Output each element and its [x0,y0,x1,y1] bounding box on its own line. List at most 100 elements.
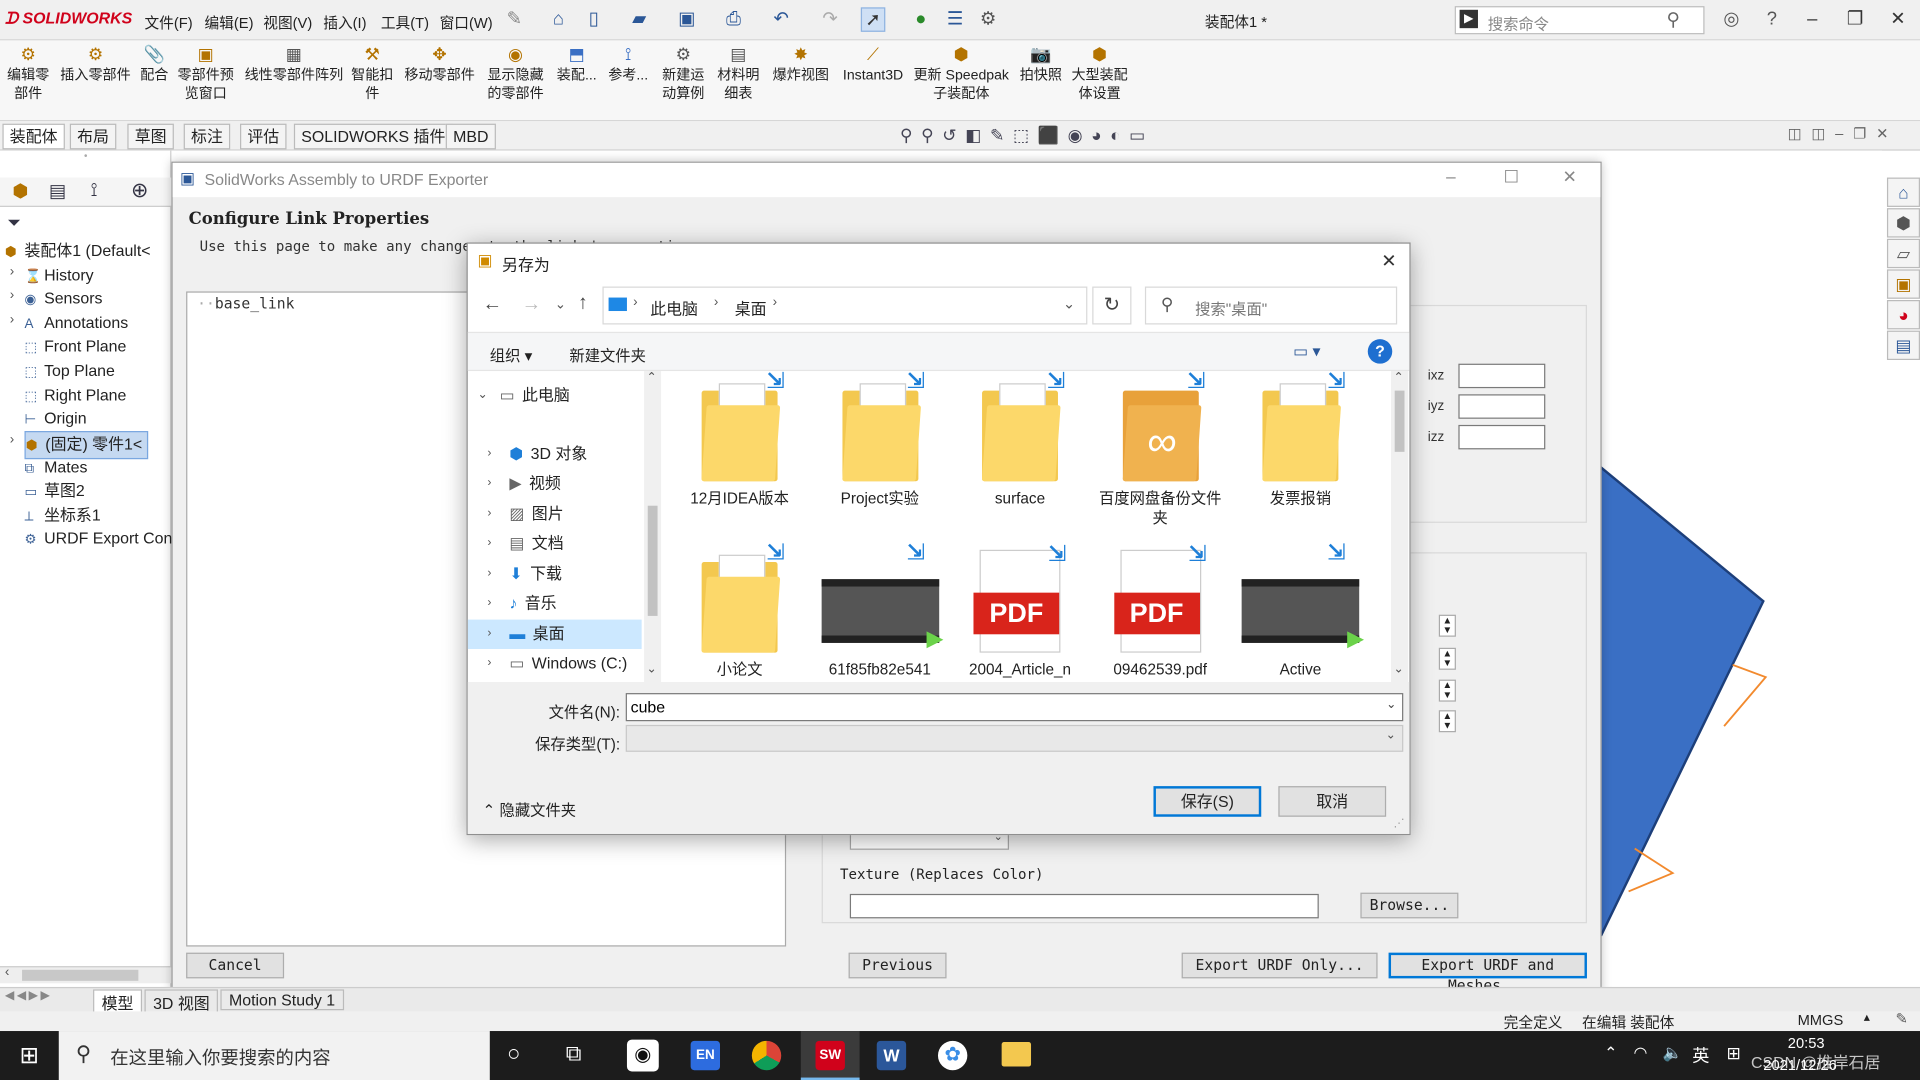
nav-expand-chevron-icon[interactable]: › [487,529,491,558]
expand-chevron-icon[interactable]: › [10,312,14,327]
taskbar-search-box[interactable]: ⚲ 在这里输入你要搜索的内容 [58,1031,490,1080]
help-icon[interactable]: ? [1760,7,1784,31]
save-cancel-button[interactable]: 取消 [1278,786,1387,817]
status-units[interactable]: MMGS [1798,1011,1844,1028]
filename-dropdown-icon[interactable]: ⌄ [1386,698,1396,711]
feature-tree-tab-icon[interactable]: ⬢ [12,180,28,202]
wechat-icon[interactable]: ◉ [626,1039,659,1072]
nav-expand-chevron-icon[interactable]: › [487,589,491,618]
cancel-button[interactable]: Cancel [186,952,285,979]
configuration-manager-tab-icon[interactable]: ⟟ [91,180,98,201]
options-gear-icon[interactable]: ⚙ [976,7,1000,31]
filename-input[interactable] [625,693,1404,722]
menu-window[interactable]: 窗口(W) [440,12,493,33]
menu-view[interactable]: 视图(V) [263,12,312,33]
graphics-window-controls[interactable]: ◫◫–❐✕ [1788,125,1898,142]
previous-view-icon[interactable]: ↺ [942,125,965,145]
expand-chevron-icon[interactable]: › [10,264,14,279]
taskbar-solidworks[interactable]: SW [800,1031,860,1080]
tree-item[interactable]: ⧉ Mates [24,456,87,482]
ime-mode-icon[interactable]: ⊞ [1727,1043,1741,1064]
nav-item[interactable]: ⌄ ▭ 此电脑 [478,381,570,410]
tree-item[interactable]: A Annotations [24,311,128,337]
undo-icon[interactable]: ↶ [769,7,793,31]
en-app-icon[interactable]: EN [690,1040,721,1071]
nav-expand-chevron-icon[interactable]: › [487,499,491,528]
nav-expand-chevron-icon[interactable]: ⌄ [478,381,488,410]
tab-assembly[interactable]: 装配体 [2,123,65,150]
menu-file[interactable]: 文件(F) [144,12,192,33]
forward-arrow-icon[interactable]: → [522,294,542,316]
nav-item[interactable]: › ⬢ 3D 对象 [487,439,587,468]
dynamic-annotation-icon[interactable]: ✎ [990,125,1013,145]
save-icon[interactable]: ▣ [675,7,699,31]
menu-edit[interactable]: 编辑(E) [204,12,253,33]
zoom-area-icon[interactable]: ⚲ [921,125,942,145]
new-folder-button[interactable]: 新建文件夹 [569,343,646,366]
file-item[interactable]: ⇲ 小论文 [678,541,800,680]
tree-item[interactable]: ⊢ Origin [24,407,86,433]
iyz-input[interactable] [1458,394,1546,419]
file-scroll-down-icon[interactable]: ⌄ [1393,662,1403,675]
hide-show-icon[interactable]: ◉ [1068,125,1092,145]
export-urdf-and-meshes-button[interactable]: Export URDF and Meshes... [1388,952,1587,994]
izz-input[interactable] [1458,424,1546,450]
file-item[interactable]: ⇲ 发票报销 [1239,371,1361,508]
home-icon[interactable]: ⌂ [546,7,570,31]
file-scroll-up-icon[interactable]: ⌃ [1393,371,1403,384]
cmd-large-assembly[interactable]: ⬢ 大型装配 体设置 [1070,43,1129,104]
nav-expand-chevron-icon[interactable]: › [487,559,491,588]
cmd-insert-component[interactable]: ⚙ 插入零部件 [59,43,132,86]
cmd-linear-pattern[interactable]: ▦ 线性零部件阵列 [242,43,345,86]
folder-search-box[interactable]: ⚲ 搜索"桌面" [1144,286,1398,325]
chrome-icon[interactable] [751,1040,782,1071]
spinner-4[interactable]: ▲ ▼ [1438,710,1456,733]
export-urdf-only-button[interactable]: Export URDF Only... [1181,952,1378,979]
scroll-left-icon[interactable]: ‹ [5,965,9,980]
search-commands-box[interactable]: ▶ 搜索命令 ⚲ [1454,6,1705,35]
minimize-icon[interactable]: – [1800,7,1824,31]
file-item[interactable]: ▶ ⇲ 61f85fb82e541 [819,541,943,680]
texture-path-input[interactable] [849,893,1319,919]
up-arrow-icon[interactable]: ↑ [578,293,588,315]
solidworks-resources-icon[interactable]: ⌂ [1886,177,1920,207]
hide-folders-toggle[interactable]: ⌃ 隐藏文件夹 [482,797,576,820]
doc-minimize-icon[interactable]: – [1835,125,1853,142]
tab-evaluate[interactable]: 评估 [240,123,287,150]
tab-markup[interactable]: 标注 [183,123,231,150]
search-icon[interactable]: ⚲ [1667,9,1680,31]
user-icon[interactable]: ◎ [1719,7,1743,31]
nav-scroll-thumb[interactable] [647,505,658,616]
organize-menu[interactable]: 组织 ▾ [490,343,533,366]
file-explorer-taskbar-icon[interactable] [1001,1042,1032,1067]
file-scrollbar[interactable]: ⌃ ⌄ [1391,371,1409,683]
nav-scroll-up-icon[interactable]: ⌃ [647,371,657,384]
file-item[interactable]: ⇲ surface [959,371,1081,508]
filter-icon[interactable]: ⏷ [7,212,21,233]
file-item[interactable]: PDF ⇲ 2004_Article_n [959,542,1081,680]
redo-icon[interactable]: ↷ [818,7,842,31]
nav-scrollbar[interactable]: ⌃ ⌄ [644,371,662,683]
nav-scroll-down-icon[interactable]: ⌄ [647,662,657,675]
scene-icon[interactable]: ◐ [1110,125,1129,145]
cmd-speedpak[interactable]: ⬢ 更新 Speedpak 子装配体 [912,43,1010,104]
panel-right-icon[interactable]: ◫ [1811,125,1835,142]
tree-item[interactable]: ▭ 草图2 [24,479,84,505]
view-orientation-icon[interactable]: ⬚ [1013,125,1038,145]
urdf-maximize-icon[interactable]: ☐ [1504,167,1519,188]
show-hidden-icons-icon[interactable]: ⌃ [1604,1043,1617,1063]
cmd-component-preview[interactable]: ▣ 零部件预 览窗口 [178,43,234,104]
new-document-icon[interactable]: ▯ [582,7,606,31]
pin-icon[interactable]: ✎ [502,7,526,31]
edit-appearance-icon[interactable]: ◕ [1091,125,1110,145]
cmd-mate[interactable]: 📎 配合 [137,43,171,86]
tree-item[interactable]: ⬚ Front Plane [24,334,126,360]
print-icon[interactable]: ⎙ [721,7,745,31]
nav-item[interactable]: › ♪ 音乐 [487,589,556,618]
ixz-input[interactable] [1458,363,1546,389]
file-item[interactable]: ▶ ⇲ Active [1239,541,1364,680]
dimxpert-tab-icon[interactable]: ⊕ [131,179,148,203]
property-manager-tab-icon[interactable]: ▤ [49,180,66,202]
cmd-snapshot[interactable]: 📷 拍快照 [1018,43,1065,86]
scroll-thumb[interactable] [22,969,139,981]
